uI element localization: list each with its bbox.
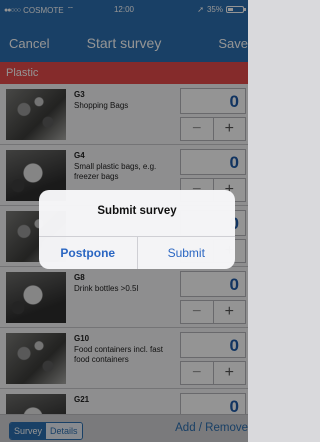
submit-survey-dialog: Submit survey Postpone Submit <box>39 190 235 269</box>
dialog-title: Submit survey <box>97 205 177 217</box>
dialog-buttons: Postpone Submit <box>39 236 235 269</box>
submit-button[interactable]: Submit <box>138 237 236 269</box>
postpone-button[interactable]: Postpone <box>39 237 138 269</box>
